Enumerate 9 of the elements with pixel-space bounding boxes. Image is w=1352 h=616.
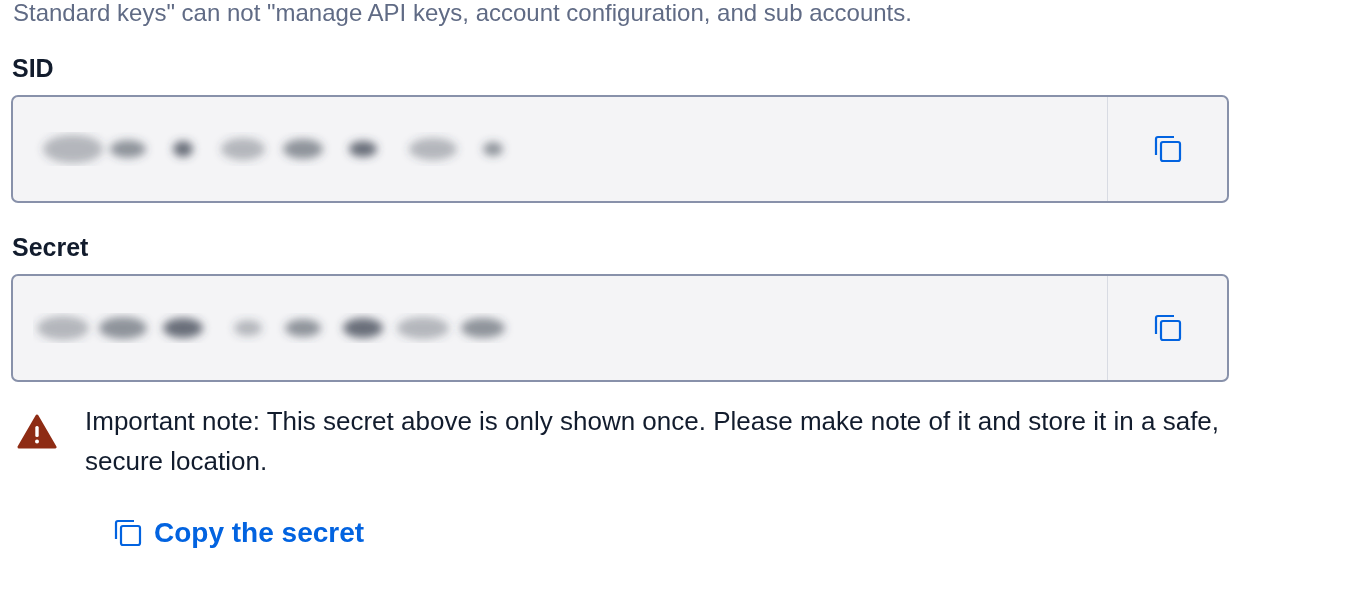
note-text: Important note: This secret above is only shown once. Please make note of it and store it in a safe, secure location. <box>85 405 1221 478</box>
field-label: SID <box>12 54 55 83</box>
copy-secret-link[interactable]: Copy the secret <box>112 517 365 549</box>
warning-icon <box>17 414 57 450</box>
input-field[interactable] <box>11 95 1229 203</box>
copy-icon <box>112 517 144 549</box>
input-field[interactable] <box>11 274 1229 382</box>
field-label: Secret <box>12 233 90 262</box>
intro-text: Standard keys" can not "manage API keys, account configuration, and sub accounts. <box>12 0 913 26</box>
